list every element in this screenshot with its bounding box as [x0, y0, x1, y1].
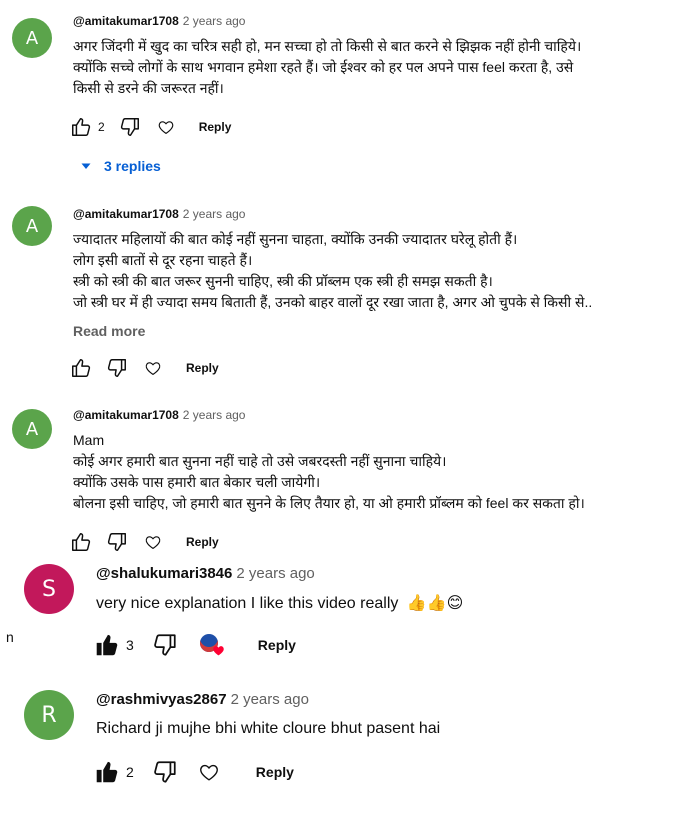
avatar-letter: R: [41, 702, 57, 728]
emoji-string: 👍👍😊: [406, 593, 464, 612]
comment-time[interactable]: 2 years ago: [236, 565, 314, 582]
comment-text: अगर जिंदगी में खुद का चरित्र सही हो, मन …: [73, 36, 581, 99]
comment-meta: @amitakumar1708 2 years ago: [73, 408, 245, 422]
comment-time[interactable]: 2 years ago: [231, 691, 309, 708]
clipped-edge-text: n: [6, 629, 14, 645]
comment-line: जो स्त्री घर में ही ज्यादा समय बिताती है…: [73, 294, 593, 310]
like-count: 2: [98, 120, 105, 134]
thumb-down-outline-icon[interactable]: [106, 531, 128, 553]
comment-line: कोई अगर हमारी बात सुनना नहीं चाहे तो उसे…: [73, 453, 447, 469]
comment-line: Richard ji mujhe bhi white cloure bhut p…: [96, 720, 441, 737]
thumb-down-outline-icon[interactable]: [106, 357, 128, 379]
comment-line: क्योंकि सच्चे लोगों के साथ भगवान हमेशा र…: [73, 59, 574, 75]
comment-meta: @rashmivyas2867 2 years ago: [96, 691, 309, 708]
thumb-up-outline-icon[interactable]: [70, 531, 92, 553]
author-handle[interactable]: @amitakumar1708: [73, 14, 179, 28]
comment-line: क्योंकि उसके पास हमारी बात बेकार चली जाय…: [73, 474, 321, 490]
comment-line: very nice explanation I like this video …: [96, 595, 399, 612]
heart-outline-icon[interactable]: [144, 533, 162, 551]
comment-actions: 3 Reply: [94, 632, 296, 658]
heart-outline-icon[interactable]: [198, 761, 220, 783]
thumb-up-outline-icon[interactable]: [70, 357, 92, 379]
comment-actions: Reply: [70, 531, 219, 553]
like-count: 2: [126, 764, 134, 780]
comment-line: स्त्री को स्त्री की बात जरूर सुननी चाहिए…: [73, 273, 493, 289]
author-handle[interactable]: @amitakumar1708: [73, 207, 179, 221]
comment-line: Mam: [73, 432, 105, 448]
avatar[interactable]: A: [12, 206, 52, 246]
thumb-down-outline-icon[interactable]: [152, 759, 178, 785]
avatar-letter: A: [25, 27, 39, 49]
thumb-up-filled-icon[interactable]: [94, 632, 120, 658]
comment-meta: @shalukumari3846 2 years ago: [96, 565, 315, 582]
read-more-button[interactable]: Read more: [73, 323, 145, 339]
author-handle[interactable]: @rashmivyas2867: [96, 691, 227, 708]
heart-filled-icon: [213, 646, 224, 656]
avatar-letter: A: [25, 215, 39, 237]
comment-line: अगर जिंदगी में खुद का चरित्र सही हो, मन …: [73, 38, 582, 54]
avatar[interactable]: A: [12, 18, 52, 58]
reply-button[interactable]: Reply: [186, 361, 219, 375]
comment-actions: Reply: [70, 357, 219, 379]
caret-down-icon: [81, 163, 91, 169]
avatar[interactable]: R: [24, 690, 74, 740]
comment-line: लोग इसी बातों से दूर रहना चाहते हैं।: [73, 252, 253, 268]
comment-meta: @amitakumar1708 2 years ago: [73, 14, 245, 28]
comment-time[interactable]: 2 years ago: [183, 14, 246, 28]
like-count: 3: [126, 637, 134, 653]
comment-text: ज्यादातर महिलायों की बात कोई नहीं सुनना …: [73, 229, 592, 313]
heart-outline-icon[interactable]: [157, 118, 175, 136]
avatar[interactable]: S: [24, 564, 74, 614]
author-handle[interactable]: @amitakumar1708: [73, 408, 179, 422]
reply-button[interactable]: Reply: [186, 535, 219, 549]
thumb-up-outline-icon[interactable]: [70, 116, 92, 138]
thumb-up-filled-icon[interactable]: [94, 759, 120, 785]
heart-outline-icon[interactable]: [144, 359, 162, 377]
comment-actions: 2 Reply: [70, 116, 231, 138]
replies-count-label: 3 replies: [104, 158, 161, 174]
avatar-letter: S: [42, 576, 56, 602]
avatar[interactable]: A: [12, 409, 52, 449]
comment-time[interactable]: 2 years ago: [183, 408, 246, 422]
reply-button[interactable]: Reply: [199, 120, 232, 134]
comment-meta: @amitakumar1708 2 years ago: [73, 207, 245, 221]
view-replies-button[interactable]: 3 replies: [80, 158, 161, 174]
comment-actions: 2 Reply: [94, 759, 294, 785]
avatar-letter: A: [25, 418, 39, 440]
reply-button[interactable]: Reply: [256, 764, 294, 780]
comment-time[interactable]: 2 years ago: [183, 207, 246, 221]
author-handle[interactable]: @shalukumari3846: [96, 565, 232, 582]
thumb-down-outline-icon[interactable]: [119, 116, 141, 138]
reply-button[interactable]: Reply: [258, 637, 296, 653]
thumb-down-outline-icon[interactable]: [152, 632, 178, 658]
comment-text: very nice explanation I like this video …: [96, 592, 463, 614]
comment-line: किसी से डरने की जरूरत नहीं।: [73, 80, 224, 96]
comment-line: बोलना इसी चाहिए, जो हमारी बात सुनने के ल…: [73, 495, 585, 511]
creator-heart-icon[interactable]: [198, 632, 226, 658]
comment-text: Mam कोई अगर हमारी बात सुनना नहीं चाहे तो…: [73, 430, 585, 514]
comment-text: Richard ji mujhe bhi white cloure bhut p…: [96, 718, 440, 739]
comment-line: ज्यादातर महिलायों की बात कोई नहीं सुनना …: [73, 231, 518, 247]
